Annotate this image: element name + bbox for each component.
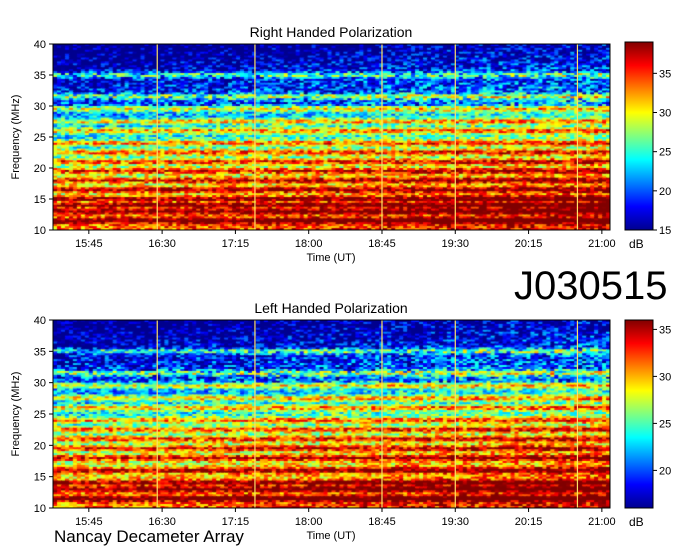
x-axis-label: Time (UT): [306, 530, 355, 542]
x-tick-label: 19:30: [442, 238, 470, 250]
x-tick-label: 15:45: [75, 238, 103, 250]
y-tick-label: 15: [34, 472, 46, 484]
colorbar-tick-label: 20: [659, 465, 671, 477]
colorbar: [624, 319, 654, 509]
x-tick-label: 18:00: [295, 516, 323, 528]
colorbar-unit: dB: [629, 515, 644, 529]
y-tick-label: 30: [34, 101, 46, 113]
y-tick-label: 15: [34, 194, 46, 206]
colorbar-tick-label: 25: [659, 418, 671, 430]
y-tick-label: 25: [34, 409, 46, 421]
y-axis-ticks: 10 15 20 25 30 35 40: [34, 39, 53, 237]
left-polarization-panel: Left Handed Polarization 10152025303540 …: [10, 300, 671, 542]
y-tick-label: 35: [34, 70, 46, 82]
colorbar-tick-label: 35: [659, 324, 671, 336]
x-axis-ticks: 15:45 16:30 17:15 18:00 18:45 19:30 20:15 21:00: [75, 230, 616, 250]
x-tick-label: 16:30: [148, 238, 176, 250]
x-tick-label: 20:15: [515, 238, 543, 250]
colorbar-ticks: 20 25 30 35: [653, 324, 671, 477]
chart-title: Right Handed Polarization: [250, 24, 413, 40]
colorbar-ticks: 15 20 25 30 35: [653, 68, 671, 237]
colorbar-tick-label: 15: [659, 225, 671, 237]
x-tick-label: 18:45: [368, 516, 396, 528]
spectrogram-image: [53, 320, 610, 508]
y-axis-label: Frequency (MHz): [10, 95, 22, 180]
y-tick-label: 10: [34, 503, 46, 515]
colorbar-tick-label: 25: [659, 147, 671, 159]
x-tick-label: 21:00: [588, 238, 616, 250]
x-axis-ticks: 15:45 16:30 17:15 18:00 18:45 19:30 20:15 21:00: [75, 508, 616, 528]
y-tick-label: 20: [34, 440, 46, 452]
instrument-credit: Nancay Decameter Array: [54, 527, 244, 546]
y-tick-label: 40: [34, 315, 46, 327]
y-tick-label: 10: [34, 225, 46, 237]
x-tick-label: 21:00: [588, 516, 616, 528]
colorbar-tick-label: 30: [659, 371, 671, 383]
chart-title: Left Handed Polarization: [254, 300, 407, 316]
colorbar-unit: dB: [629, 237, 644, 251]
y-tick-label: 25: [34, 132, 46, 144]
x-tick-label: 19:30: [442, 516, 470, 528]
y-tick-label: 35: [34, 346, 46, 358]
colorbar: [624, 41, 654, 231]
y-axis-label: Frequency (MHz): [10, 372, 22, 457]
x-tick-label: 18:45: [368, 238, 396, 250]
x-tick-label: 17:15: [222, 238, 250, 250]
y-tick-label: 30: [34, 378, 46, 390]
y-tick-label: 20: [34, 163, 46, 175]
x-axis-label: Time (UT): [306, 252, 355, 264]
x-tick-label: 20:15: [515, 516, 543, 528]
spectrogram-heatmap: [53, 320, 610, 508]
right-polarization-panel: Right Handed Polarization 10 15 20 25 30 35 40…: [10, 24, 671, 264]
x-tick-label: 18:00: [295, 238, 323, 250]
colorbar-tick-label: 20: [659, 186, 671, 198]
spectrogram-image: [53, 44, 610, 230]
spectrogram-heatmap: [53, 44, 610, 230]
y-axis-ticks: 10 15 20 25 30 35 40: [34, 315, 53, 515]
colorbar-tick-label: 30: [659, 108, 671, 120]
colorbar-tick-label: 35: [659, 68, 671, 80]
figure-identifier: J030515: [514, 264, 668, 308]
y-tick-label: 40: [34, 39, 46, 51]
